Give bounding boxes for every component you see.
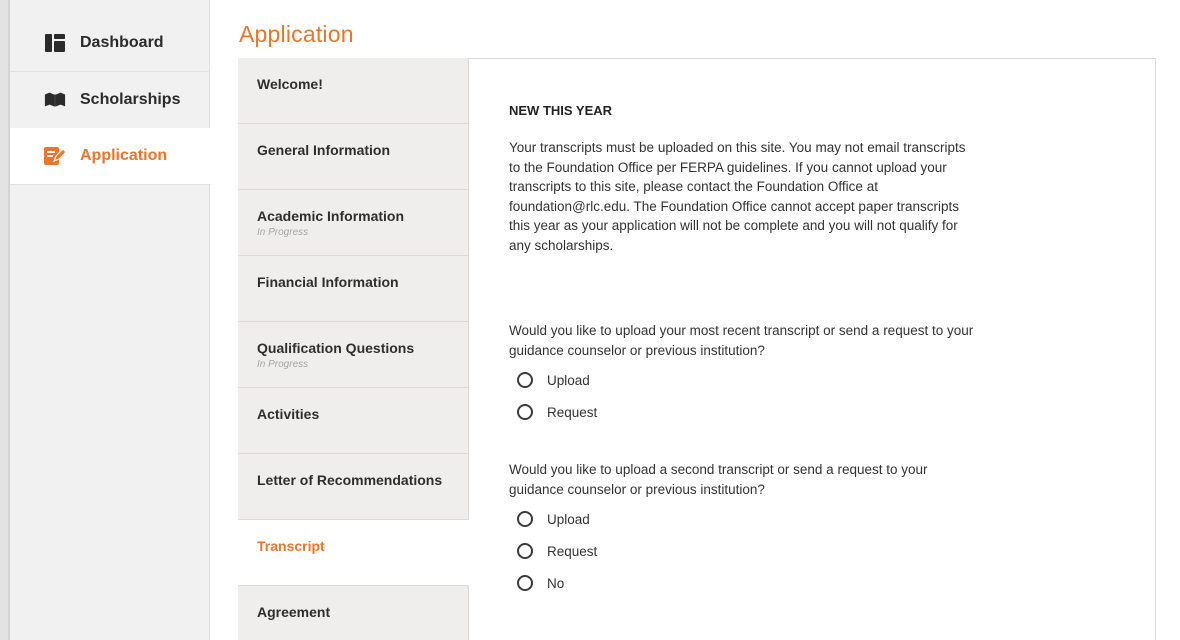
question-1-request-radio[interactable]: Request	[517, 404, 597, 420]
step-qualification-questions[interactable]: Qualification Questions In Progress	[238, 322, 469, 388]
sidebar-item-label: Dashboard	[80, 34, 164, 51]
radio-button[interactable]	[517, 372, 533, 388]
step-transcript[interactable]: Transcript	[238, 520, 469, 586]
question-2-upload-radio[interactable]: Upload	[517, 511, 590, 527]
step-label: Welcome!	[257, 76, 323, 92]
transcript-notice: Your transcripts must be uploaded on thi…	[509, 140, 966, 253]
sidebar-item-label: Application	[80, 147, 168, 164]
radio-button[interactable]	[517, 575, 533, 591]
application-steps: Welcome! General Information Academic In…	[238, 58, 469, 640]
question-2-no-radio[interactable]: No	[517, 575, 564, 591]
step-general-information[interactable]: General Information	[238, 124, 469, 190]
radio-label: Upload	[547, 511, 590, 527]
step-label: Agreement	[257, 604, 331, 620]
question-2-request-radio[interactable]: Request	[517, 543, 597, 559]
radio-label: No	[547, 575, 565, 591]
section-title: NEW THIS YEAR	[509, 103, 613, 118]
radio-button[interactable]	[517, 511, 533, 527]
question-2-text: Would you like to upload a second transc…	[509, 462, 928, 497]
step-label: General Information	[257, 142, 391, 158]
question-1-text: Would you like to upload your most recen…	[509, 323, 974, 358]
radio-label: Request	[547, 404, 598, 420]
step-financial-information[interactable]: Financial Information	[238, 256, 469, 322]
sidebar-item-label: Scholarships	[80, 91, 181, 108]
step-letter-of-recommendations[interactable]: Letter of Recommendations	[238, 454, 469, 520]
radio-label: Request	[547, 543, 598, 559]
step-label: Qualification Questions	[257, 340, 415, 356]
page-title: Application	[239, 21, 354, 47]
step-activities[interactable]: Activities	[238, 388, 469, 454]
open-book-icon	[44, 90, 66, 110]
step-label: Transcript	[257, 538, 325, 554]
step-label: Financial Information	[257, 274, 399, 290]
step-label: Letter of Recommendations	[257, 472, 443, 488]
step-status: In Progress	[257, 227, 309, 238]
step-welcome[interactable]: Welcome!	[238, 58, 469, 124]
dashboard-icon	[44, 33, 66, 53]
sidebar-item-application[interactable]: Application	[10, 128, 211, 185]
radio-button[interactable]	[517, 404, 533, 420]
window-edge	[0, 0, 10, 640]
step-academic-information[interactable]: Academic Information In Progress	[238, 190, 469, 256]
question-1-upload-radio[interactable]: Upload	[517, 372, 590, 388]
sidebar-nav: Dashboard Scholarships Application	[10, 0, 211, 640]
sidebar-item-scholarships[interactable]: Scholarships	[10, 72, 210, 129]
step-label: Academic Information	[257, 208, 405, 224]
edit-form-icon	[44, 146, 66, 166]
radio-button[interactable]	[517, 543, 533, 559]
radio-label: Upload	[547, 372, 590, 388]
step-status: In Progress	[257, 359, 309, 370]
sidebar-item-dashboard[interactable]: Dashboard	[10, 15, 210, 72]
step-agreement[interactable]: Agreement	[238, 586, 469, 640]
step-label: Activities	[257, 406, 320, 422]
